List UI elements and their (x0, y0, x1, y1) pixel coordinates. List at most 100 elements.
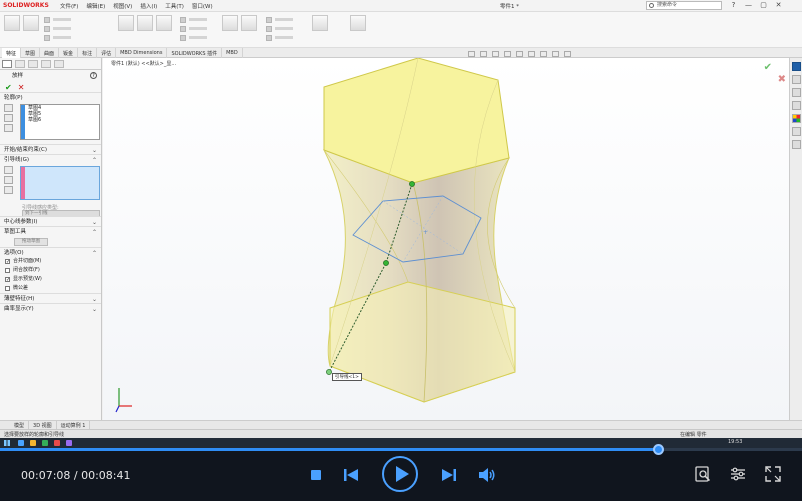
checkbox-close-loft[interactable] (5, 268, 10, 273)
appearance-icon[interactable] (552, 51, 559, 57)
progress-bar[interactable] (0, 448, 802, 451)
extrude-boss-icon[interactable] (4, 15, 20, 31)
file-explorer-icon[interactable] (792, 88, 801, 97)
option-merge-tangent[interactable]: ✓ 合并切面(M) (0, 257, 101, 266)
feature-manager-tab-icon[interactable] (2, 60, 12, 68)
zoom-fit-icon[interactable] (468, 51, 475, 57)
centerline-parameters-header[interactable]: 中心线参数(I) ⌄ (0, 216, 101, 226)
configuration-manager-tab-icon[interactable] (28, 60, 38, 68)
profile-section-header[interactable]: 轮廓(P) (0, 92, 101, 102)
option-close-loft[interactable]: 闭合放样(F) (0, 266, 101, 275)
tab-3d-views[interactable]: 3D 视图 (29, 421, 57, 429)
progress-handle[interactable] (653, 444, 665, 455)
tab-model[interactable]: 模型 (10, 421, 30, 429)
menu-window[interactable]: 窗口(W) (192, 2, 213, 10)
pm-help-icon[interactable]: ? (90, 72, 97, 79)
guide-point-top[interactable] (409, 181, 415, 187)
fullscreen-button[interactable] (765, 466, 781, 482)
sweep-boss-icon[interactable] (44, 16, 50, 23)
property-manager-tab-icon[interactable] (15, 60, 25, 68)
pm-ok-button[interactable]: ✔ (5, 83, 12, 92)
tab-mbd-dimensions[interactable]: MBD Dimensions (116, 48, 168, 58)
checkbox-micro-tolerance[interactable] (5, 286, 10, 291)
search-commands-input[interactable]: 搜索命令 (646, 1, 722, 10)
shell-icon[interactable] (266, 34, 272, 41)
reference-geometry-icon[interactable] (312, 15, 328, 31)
profile-item[interactable]: 草图6 (21, 117, 99, 123)
design-library-icon[interactable] (792, 75, 801, 84)
curvature-display-header[interactable]: 曲率显示(Y) ⌄ (0, 303, 101, 313)
tab-motion-study[interactable]: 运动算例 1 (57, 421, 91, 429)
display-style-icon[interactable] (528, 51, 535, 57)
app-taskbar-icon[interactable] (66, 440, 72, 446)
boundary-boss-icon[interactable] (44, 34, 50, 41)
revolve-boss-icon[interactable] (23, 15, 39, 31)
guide-move-down-icon[interactable] (4, 186, 13, 194)
sketch-tools-header[interactable]: 草图工具 ⌃ (0, 226, 101, 236)
volume-button[interactable] (479, 468, 495, 482)
options-header[interactable]: 选项(O) ⌃ (0, 247, 101, 257)
settings-sliders-button[interactable] (730, 466, 746, 482)
instant3d-icon[interactable] (350, 15, 366, 31)
previous-button[interactable] (344, 469, 358, 481)
appearances-icon[interactable] (792, 114, 801, 123)
graphics-area[interactable]: 零件1 (默认) <<默认>_显... ✔ ✖ + 引导线<1> (103, 51, 789, 420)
pm-cancel-button[interactable]: ✕ (18, 83, 25, 92)
move-down-icon[interactable] (4, 124, 13, 132)
revolve-cut-icon[interactable] (156, 15, 172, 31)
move-up-icon[interactable] (4, 114, 13, 122)
tab-sheet-metal[interactable]: 钣金 (59, 48, 79, 58)
menu-file[interactable]: 文件(F) (60, 2, 78, 10)
guide-move-up-icon[interactable] (4, 176, 13, 184)
play-button[interactable] (382, 456, 418, 492)
linear-pattern-icon[interactable] (241, 15, 257, 31)
tab-evaluate[interactable]: 评估 (97, 48, 117, 58)
custom-properties-icon[interactable] (792, 127, 801, 136)
menu-view[interactable]: 视图(V) (113, 2, 132, 10)
solidworks-forum-icon[interactable] (792, 140, 801, 149)
extrude-cut-icon[interactable] (118, 15, 134, 31)
tab-solidworks-addins[interactable]: SOLIDWORKS 插件 (167, 48, 223, 58)
guide-point-bottom[interactable] (326, 369, 332, 375)
menu-tools[interactable]: 工具(T) (165, 2, 184, 10)
thin-feature-header[interactable]: 薄壁特征(H) ⌄ (0, 293, 101, 303)
search-taskbar-icon[interactable] (18, 440, 24, 446)
profile-list[interactable]: 草图4 草图5 草图6 (20, 104, 100, 140)
hole-wizard-icon[interactable] (137, 15, 153, 31)
guide-curves-header[interactable]: 引导线(G) ⌃ (0, 154, 101, 164)
section-view-icon[interactable] (504, 51, 511, 57)
previous-view-icon[interactable] (492, 51, 499, 57)
display-manager-tab-icon[interactable] (54, 60, 64, 68)
loft-cut-icon[interactable] (180, 25, 186, 32)
tab-mbd[interactable]: MBD (222, 48, 243, 58)
start-end-constraints-header[interactable]: 开始/结束约束(C) ⌄ (0, 144, 101, 154)
guide-curve-list[interactable] (20, 166, 100, 200)
dimxpert-manager-tab-icon[interactable] (41, 60, 51, 68)
guide-point-middle[interactable] (383, 260, 389, 266)
explorer-taskbar-icon[interactable] (30, 440, 36, 446)
zoom-area-icon[interactable] (480, 51, 487, 57)
tab-features[interactable]: 特征 (2, 48, 22, 58)
sweep-cut-icon[interactable] (180, 16, 186, 23)
tab-markup[interactable]: 标注 (78, 48, 98, 58)
tab-sketch[interactable]: 草图 (21, 48, 41, 58)
option-show-preview[interactable]: ✓ 显示预览(W) (0, 275, 101, 284)
help-button[interactable]: ? (730, 1, 737, 9)
checkbox-merge-tangent[interactable]: ✓ (5, 259, 10, 265)
minimize-button[interactable]: — (745, 1, 752, 9)
close-button[interactable]: ✕ (775, 1, 782, 9)
scene-icon[interactable] (564, 51, 571, 57)
fillet-icon[interactable] (222, 15, 238, 31)
option-micro-tolerance[interactable]: 微公差 (0, 284, 101, 293)
checkbox-show-preview[interactable]: ✓ (5, 277, 10, 283)
loft-boss-icon[interactable] (44, 25, 50, 32)
solidworks-taskbar-icon[interactable] (54, 440, 60, 446)
view-orientation-icon[interactable] (516, 51, 523, 57)
drag-sketch-button[interactable]: 拖动草图 (14, 238, 48, 246)
browser-taskbar-icon[interactable] (42, 440, 48, 446)
stop-button[interactable] (311, 470, 321, 480)
hide-show-items-icon[interactable] (540, 51, 547, 57)
screenshot-search-button[interactable] (695, 466, 711, 482)
solidworks-resources-icon[interactable] (792, 62, 801, 71)
menu-edit[interactable]: 编辑(E) (86, 2, 105, 10)
